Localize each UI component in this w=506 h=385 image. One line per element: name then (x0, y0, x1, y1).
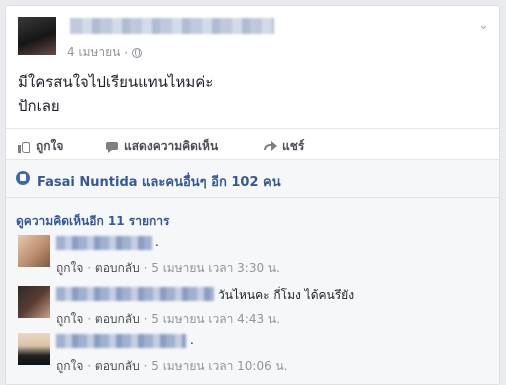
comment-time[interactable]: 5 เมษายน เวลา 3:30 น. (151, 261, 280, 275)
share-button[interactable]: แชร์ (264, 137, 304, 156)
comment-reply-link[interactable]: ตอบกลับ (95, 261, 140, 275)
thumbs-up-icon (18, 141, 30, 153)
post-date[interactable]: 4 เมษายน (67, 43, 120, 62)
comment-reply-link[interactable]: ตอบกลับ (95, 312, 140, 326)
commenter-name-redacted[interactable] (56, 287, 214, 301)
comment-text: . (190, 333, 194, 347)
likes-summary[interactable]: Fasai Nuntida และคนอื่นๆ อีก 102 คน (37, 171, 281, 192)
meta-separator: · (124, 45, 129, 60)
post-text-line2: ปักเลย (18, 97, 60, 115)
commenter-avatar[interactable] (18, 286, 50, 318)
comment-like-link[interactable]: ถูกใจ (56, 312, 83, 326)
post-meta: 4 เมษายน · (67, 43, 143, 62)
meta-separator: · (87, 359, 92, 373)
view-more-comments-link[interactable]: ดูความคิดเห็นอีก 11 รายการ (16, 212, 169, 231)
comment-time[interactable]: 5 เมษายน เวลา 4:43 น. (151, 312, 280, 326)
author-avatar[interactable] (18, 17, 56, 55)
comment-icon (106, 141, 118, 153)
comment-like-link[interactable]: ถูกใจ (56, 359, 83, 373)
commenter-name-redacted[interactable] (56, 334, 186, 348)
like-badge-icon (16, 171, 30, 185)
comment-time[interactable]: 5 เมษายน เวลา 10:06 น. (151, 359, 287, 373)
commenter-avatar[interactable] (18, 333, 50, 365)
comment-meta: ถูกใจ · ตอบกลับ · 5 เมษายน เวลา 4:43 น. (56, 310, 280, 329)
action-bar: ถูกใจ แสดงความคิดเห็น แชร์ (6, 128, 499, 160)
comment-text: วันไหนคะ กี่โมง ได้คนรึยัง (218, 288, 355, 302)
meta-separator: · (143, 359, 148, 373)
likes-row: Fasai Nuntida และคนอื่นๆ อีก 102 คน (6, 160, 499, 198)
chevron-down-icon[interactable]: ⌄ (478, 18, 489, 33)
like-label: ถูกใจ (36, 139, 64, 153)
comment-button[interactable]: แสดงความคิดเห็น (106, 137, 218, 156)
comments-section: ดูความคิดเห็นอีก 11 รายการ . ถูกใจ · ตอบ… (6, 198, 499, 384)
post-text-line1: มีใครสนใจไปเรียนแทนไหมค่ะ (18, 73, 214, 91)
author-name-redacted[interactable] (70, 18, 274, 34)
globe-icon[interactable] (132, 47, 143, 58)
commenter-name-redacted[interactable] (56, 236, 152, 250)
share-icon (264, 140, 277, 153)
meta-separator: · (143, 261, 148, 275)
meta-separator: · (87, 261, 92, 275)
comment-text: . (155, 235, 159, 249)
commenter-avatar[interactable] (18, 235, 50, 267)
meta-separator: · (143, 312, 148, 326)
share-label: แชร์ (282, 139, 305, 153)
like-button[interactable]: ถูกใจ (18, 137, 63, 156)
comment-like-link[interactable]: ถูกใจ (56, 261, 83, 275)
meta-separator: · (87, 312, 92, 326)
post-card: 4 เมษายน · ⌄ มีใครสนใจไปเรียนแทนไหมค่ะ ป… (5, 5, 500, 385)
comment-label: แสดงความคิดเห็น (124, 139, 219, 153)
comment-meta: ถูกใจ · ตอบกลับ · 5 เมษายน เวลา 3:30 น. (56, 259, 280, 278)
comment-reply-link[interactable]: ตอบกลับ (95, 359, 140, 373)
post-body: มีใครสนใจไปเรียนแทนไหมค่ะ ปักเลย (18, 70, 213, 118)
comment-meta: ถูกใจ · ตอบกลับ · 5 เมษายน เวลา 10:06 น. (56, 357, 288, 376)
